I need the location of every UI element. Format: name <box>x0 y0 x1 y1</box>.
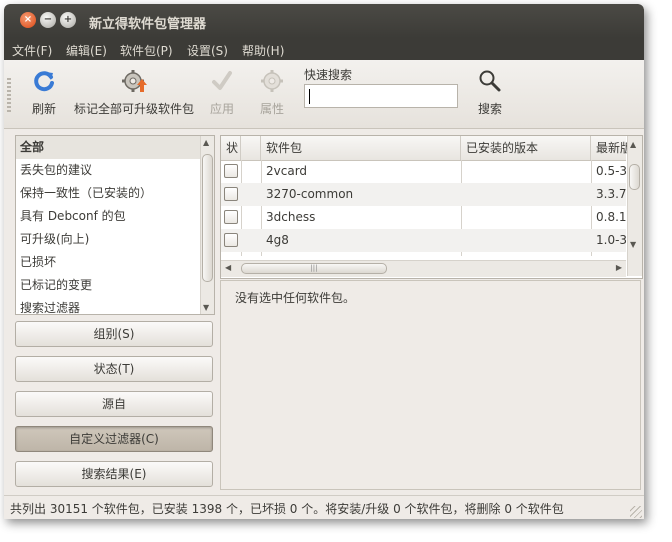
scroll-up-arrow-icon[interactable]: ▲ <box>630 140 636 149</box>
filter-list-scroll-thumb[interactable] <box>202 154 213 282</box>
filter-item-upgradable[interactable]: 可升级(向上) <box>16 228 200 251</box>
quick-search-label: 快速搜索 <box>304 68 353 82</box>
magnifier-icon <box>479 70 501 92</box>
table-vertical-scrollbar[interactable]: ▲ ▼ <box>627 136 642 276</box>
scroll-left-arrow-icon[interactable]: ◀ <box>225 263 231 272</box>
quick-search-input[interactable] <box>304 84 458 108</box>
package-checkbox[interactable] <box>224 187 238 201</box>
reload-label: 刷新 <box>31 102 56 116</box>
package-checkbox[interactable] <box>224 233 238 247</box>
table-header: 状 软件包 已安装的版本 最新版本 <box>221 136 631 161</box>
latest-version: 1.0-3 <box>596 233 628 247</box>
menu-file[interactable]: 文件(F) <box>12 42 52 59</box>
table-horizontal-scroll-thumb[interactable]: ||| <box>241 263 387 274</box>
package-name: 2vcard <box>266 164 308 178</box>
package-name: 4g8 <box>266 233 289 247</box>
package-checkbox[interactable] <box>224 210 238 224</box>
details-text: 没有选中任何软件包。 <box>235 291 356 305</box>
search-button[interactable]: 搜索 <box>470 68 510 117</box>
apply-label: 应用 <box>209 102 234 116</box>
package-name: 3270-common <box>266 187 354 201</box>
scroll-up-arrow-icon[interactable]: ▲ <box>203 138 209 147</box>
table-row[interactable]: 3dchess 0.8.1 <box>221 206 627 229</box>
close-window-icon[interactable]: × <box>20 12 36 28</box>
package-checkbox[interactable] <box>224 164 238 178</box>
installed-version <box>461 206 591 229</box>
column-support[interactable] <box>241 136 261 160</box>
package-name: 3dchess <box>266 210 316 224</box>
table-vertical-scroll-thumb[interactable] <box>629 164 640 190</box>
table-row[interactable]: 3270-common 3.3.7 <box>221 183 627 206</box>
reload-button[interactable]: 刷新 <box>26 68 62 117</box>
window-title: 新立得软件包管理器 <box>89 17 207 32</box>
column-installed-version[interactable]: 已安装的版本 <box>461 136 591 160</box>
synaptic-window: × − + 新立得软件包管理器 文件(F) 编辑(E) 软件包(P) 设置(S)… <box>4 4 644 519</box>
package-details-panel: 没有选中任何软件包。 <box>220 280 641 490</box>
search-label: 搜索 <box>477 102 502 116</box>
column-latest-version[interactable]: 最新版本 <box>591 136 631 160</box>
apply-button[interactable]: 应用 <box>204 68 240 117</box>
maximize-window-icon[interactable]: + <box>60 12 76 28</box>
status-bar: 共列出 30151 个软件包，已安装 1398 个，已坏损 0 个。将安装/升级… <box>4 495 644 519</box>
table-horizontal-scrollbar[interactable]: ◀ ||| ▶ <box>221 260 626 277</box>
toolbar-grip[interactable] <box>7 78 11 112</box>
table-row[interactable]: 2vcard 0.5-3 <box>221 160 627 183</box>
status-button[interactable]: 状态(T) <box>15 356 213 382</box>
filter-list: 全部 丢失包的建议 保持一致性（已安装的） 具有 Debconf 的包 可升级(… <box>15 135 215 315</box>
filter-item-all[interactable]: 全部 <box>16 136 200 159</box>
mark-all-upgrades-label: 标记全部可升级软件包 <box>73 102 194 116</box>
latest-version: 3.3.7 <box>596 187 627 201</box>
sections-button[interactable]: 组别(S) <box>15 321 213 347</box>
custom-filters-button[interactable]: 自定义过滤器(C) <box>15 426 213 452</box>
filter-item-search-filter[interactable]: 搜索过滤器 <box>16 297 200 314</box>
menu-bar: 文件(F) 编辑(E) 软件包(P) 设置(S) 帮助(H) <box>4 38 644 60</box>
menu-package[interactable]: 软件包(P) <box>120 42 173 59</box>
latest-version: 0.8.1 <box>596 210 627 224</box>
minimize-window-icon[interactable]: − <box>40 12 56 28</box>
menu-edit[interactable]: 编辑(E) <box>66 42 107 59</box>
column-status[interactable]: 状 <box>221 136 241 160</box>
scroll-down-arrow-icon[interactable]: ▼ <box>203 303 209 312</box>
filter-item-broken[interactable]: 已损坏 <box>16 251 200 274</box>
filter-item-pinned[interactable]: 保持一致性（已安装的） <box>16 182 200 205</box>
package-table: 状 软件包 已安装的版本 最新版本 2vcard 0.5-3 3270-comm… <box>220 135 643 279</box>
installed-version <box>461 183 591 206</box>
menu-help[interactable]: 帮助(H) <box>242 42 284 59</box>
scroll-right-arrow-icon[interactable]: ▶ <box>616 263 622 272</box>
title-bar[interactable]: × − + 新立得软件包管理器 <box>4 4 644 38</box>
origin-button[interactable]: 源自 <box>15 391 213 417</box>
installed-version <box>461 160 591 183</box>
search-results-button[interactable]: 搜索结果(E) <box>15 461 213 487</box>
upgrade-gear-icon <box>122 70 147 92</box>
filter-list-scrollbar[interactable]: ▲ ▼ <box>200 136 214 314</box>
menu-settings[interactable]: 设置(S) <box>187 42 228 59</box>
filter-item-marked-changes[interactable]: 已标记的变更 <box>16 274 200 297</box>
latest-version: 0.5-3 <box>596 164 628 178</box>
mark-all-upgrades-button[interactable]: 标记全部可升级软件包 <box>66 68 202 117</box>
properties-label: 属性 <box>259 102 284 116</box>
filter-item-missing-recommends[interactable]: 丢失包的建议 <box>16 159 200 182</box>
filter-item-debconf[interactable]: 具有 Debconf 的包 <box>16 205 200 228</box>
installed-version <box>461 229 591 252</box>
resize-grip-icon[interactable] <box>630 506 642 518</box>
scroll-down-arrow-icon[interactable]: ▼ <box>630 240 636 249</box>
table-row[interactable]: 4g8 1.0-3 <box>221 229 627 252</box>
checkmark-icon <box>212 71 232 90</box>
refresh-icon <box>34 71 54 92</box>
gear-icon <box>261 70 283 92</box>
status-text: 共列出 30151 个软件包，已安装 1398 个，已坏损 0 个。将安装/升级… <box>10 502 564 516</box>
properties-button[interactable]: 属性 <box>254 68 290 117</box>
column-package[interactable]: 软件包 <box>261 136 461 160</box>
